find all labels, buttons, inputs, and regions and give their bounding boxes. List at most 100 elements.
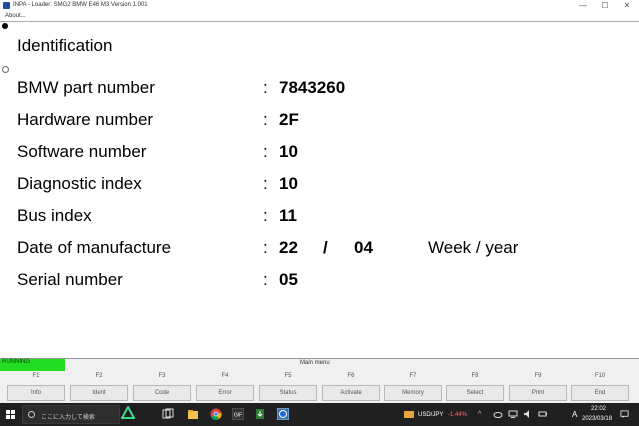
ticker-change: -1.44% <box>448 412 468 418</box>
status-button[interactable]: Status <box>259 385 317 401</box>
close-button[interactable]: ✕ <box>616 0 638 12</box>
row-bmw-part-number: BMW part number : 7843260 <box>0 78 639 100</box>
download-app-icon[interactable] <box>254 408 266 420</box>
row-software-number: Software number : 10 <box>0 142 639 164</box>
row-date-of-manufacture: Date of manufacture : 22 / 04 Week / yea… <box>0 238 639 260</box>
volume-icon[interactable] <box>523 409 533 419</box>
menu-about[interactable]: About... <box>5 13 26 19</box>
notification-icon[interactable] <box>620 410 629 419</box>
status-bar: RUNNING Main menu <box>0 358 639 372</box>
row-label: Serial number <box>17 270 123 289</box>
fkey-number: F3 <box>158 373 166 379</box>
info-button[interactable]: Info <box>7 385 65 401</box>
row-unit: Week / year <box>428 238 519 257</box>
file-explorer-icon[interactable] <box>187 408 199 420</box>
svg-text:GIF: GIF <box>234 413 242 419</box>
clock-time[interactable]: 22:02 <box>591 406 606 412</box>
chrome-icon[interactable] <box>210 408 222 420</box>
row-colon: : <box>263 110 268 129</box>
select-button[interactable]: Select <box>446 385 504 401</box>
fkey-number: F6 <box>347 373 355 379</box>
taskbar-search-input[interactable]: ここに入力して検索 <box>22 405 120 424</box>
fkey-f6: F6 Activate <box>322 371 380 403</box>
ident-button[interactable]: Ident <box>70 385 128 401</box>
identification-panel: Identification BMW part number : 7843260… <box>0 21 639 359</box>
row-value: 7843260 <box>279 78 346 97</box>
print-button[interactable]: Print <box>509 385 567 401</box>
ticker-symbol: USD/JPY <box>418 412 444 418</box>
fkey-f1: F1 Info <box>7 371 65 403</box>
gif-app-icon[interactable]: GIF <box>232 408 244 420</box>
windows-start-icon[interactable] <box>6 410 15 419</box>
fkey-number: F9 <box>534 373 542 379</box>
row-colon: : <box>263 78 268 97</box>
search-icon <box>28 411 35 418</box>
fkey-number: F1 <box>32 373 40 379</box>
row-label: Hardware number <box>17 110 154 129</box>
row-bus-index: Bus index : 11 <box>0 206 639 228</box>
window-title: INPA - Loader: SMG2 BMW E46 M3 Version 1… <box>13 2 148 8</box>
cloud-icon[interactable] <box>493 409 503 419</box>
fkey-number: F5 <box>284 373 292 379</box>
inpa-app-icon[interactable] <box>277 408 289 420</box>
filled-dot-icon <box>2 23 8 29</box>
row-colon: : <box>263 238 268 257</box>
network-icon[interactable] <box>508 409 518 419</box>
menu-title: Main menu <box>300 360 330 366</box>
row-separator: / <box>323 238 328 257</box>
row-colon: : <box>263 142 268 161</box>
row-value-week: 22 <box>279 238 298 257</box>
row-colon: : <box>263 206 268 225</box>
row-label: Bus index <box>17 206 92 225</box>
clock-date[interactable]: 2023/03/18 <box>582 416 612 422</box>
battery-icon[interactable] <box>538 409 548 419</box>
code-button[interactable]: Code <box>133 385 191 401</box>
title-bar: INPA - Loader: SMG2 BMW E46 M3 Version 1… <box>0 0 639 12</box>
end-button[interactable]: End <box>571 385 629 401</box>
fkey-f5: F5 Status <box>259 371 317 403</box>
ime-indicator[interactable]: A <box>572 410 577 419</box>
fkey-f4: F4 Error <box>196 371 254 403</box>
row-hardware-number: Hardware number : 2F <box>0 110 639 132</box>
minimize-button[interactable]: — <box>572 0 594 12</box>
fkey-f3: F3 Code <box>133 371 191 403</box>
row-label: Diagnostic index <box>17 174 142 193</box>
task-view-icon[interactable] <box>162 408 174 420</box>
search-placeholder: ここに入力して検索 <box>41 415 95 421</box>
stock-trend-icon <box>404 411 414 418</box>
fkey-number: F4 <box>221 373 229 379</box>
memory-button[interactable]: Memory <box>384 385 442 401</box>
error-button[interactable]: Error <box>196 385 254 401</box>
fkey-f9: F9 Print <box>509 371 567 403</box>
fkey-number: F2 <box>95 373 103 379</box>
empty-circle-icon <box>2 66 9 73</box>
fkey-number: F7 <box>409 373 417 379</box>
row-label: Date of manufacture <box>17 238 172 257</box>
row-value: 10 <box>279 174 298 193</box>
fkey-f7: F7 Memory <box>384 371 442 403</box>
tray-chevron-icon[interactable]: ^ <box>478 411 481 418</box>
row-diagnostic-index: Diagnostic index : 10 <box>0 174 639 196</box>
row-value: 05 <box>279 270 298 289</box>
app-icon <box>3 2 10 9</box>
fkey-f2: F2 Ident <box>70 371 128 403</box>
function-key-bar: F1 Info F2 Ident F3 Code F4 Error F5 Sta… <box>0 371 639 403</box>
row-value: 10 <box>279 142 298 161</box>
activate-button[interactable]: Activate <box>322 385 380 401</box>
row-label: BMW part number <box>17 78 155 97</box>
maximize-button[interactable]: ☐ <box>594 0 616 12</box>
recycle-icon[interactable] <box>121 406 135 422</box>
row-serial-number: Serial number : 05 <box>0 270 639 292</box>
row-value-year: 04 <box>354 238 373 257</box>
fkey-number: F10 <box>594 373 606 379</box>
row-value: 2F <box>279 110 299 129</box>
fkey-number: F8 <box>471 373 479 379</box>
menu-bar: About... <box>0 12 639 21</box>
page-title: Identification <box>17 36 113 55</box>
row-value: 11 <box>279 206 297 225</box>
taskbar: ここに入力して検索 GIF USD/JPY -1.44% ^ A 22:02 2… <box>0 403 639 426</box>
row-colon: : <box>263 174 268 193</box>
fkey-f8: F8 Select <box>446 371 504 403</box>
fkey-f10: F10 End <box>571 371 629 403</box>
row-colon: : <box>263 270 268 289</box>
